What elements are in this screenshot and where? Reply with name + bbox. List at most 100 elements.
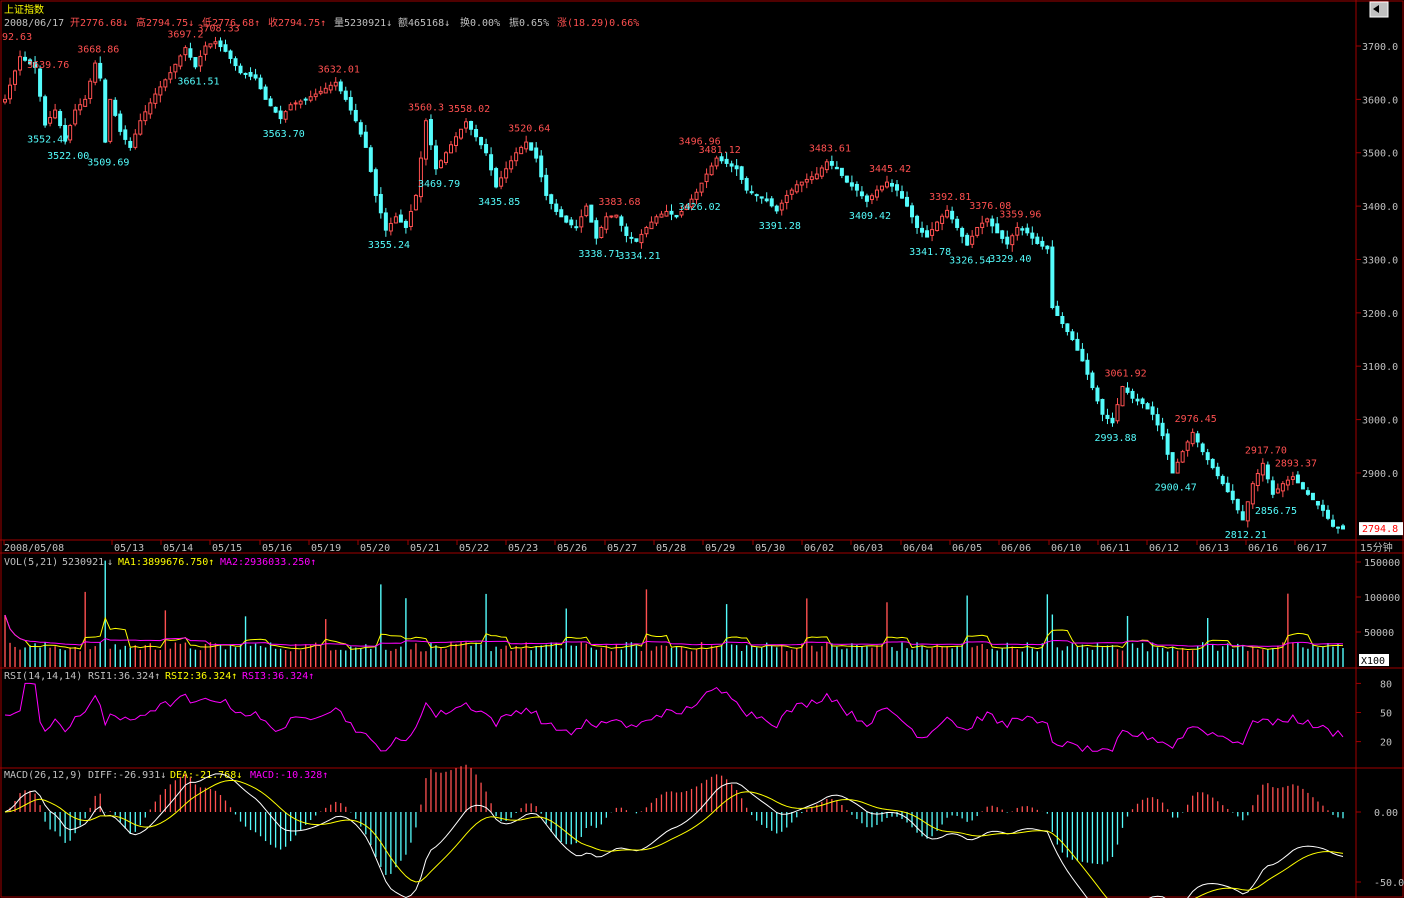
candle-body [599,226,604,238]
candle-body [1095,387,1100,402]
candle-body [990,218,995,227]
candle-body [433,145,438,170]
candle-body [494,168,499,188]
candle-body [799,181,804,186]
candle-body [539,155,544,178]
candle-body [1275,488,1280,494]
candle-body [714,157,719,167]
candle-body [839,167,844,176]
candle-body [3,98,7,103]
candle-body [1225,482,1230,493]
candle-body [719,156,724,162]
candle-body [423,120,428,160]
high-price-label: 2976.45 [1175,414,1217,425]
candle-body [178,55,183,67]
candle-body [950,210,955,220]
candle-body [1005,236,1010,245]
date-label: 05/23 [508,543,538,554]
candle-body [449,144,453,154]
candle-body [103,79,108,143]
candle-body [889,182,894,187]
candle-body [443,152,448,164]
volume-ma2-line [4,614,1344,647]
date-label: 05/19 [311,543,341,554]
volume-panel [4,560,1344,667]
candle-body [534,147,539,159]
candle-body [854,183,859,191]
candle-body [38,68,43,97]
candle-body [1105,414,1110,420]
candle-body [198,55,203,67]
price-tick-label: 3200.0 [1362,309,1398,320]
header-volume: 量5230921↓ [334,17,392,29]
high-price-label: 3708.33 [197,24,239,35]
candle-body [930,229,935,236]
candle-body [489,154,494,171]
candle-body [253,74,258,79]
candle-body [1285,479,1290,486]
price-y-axis: 3700.0 3600.0 3500.0 3400.0 3300.0 3200.0 3100… [1356,42,1403,554]
candle-body [774,205,779,212]
volume-y-axis: 150000 100000 50000 X100 [1356,558,1400,667]
candle-body [263,86,268,100]
candle-body [228,50,233,59]
candle-body [985,218,990,223]
high-price-label: 3061.92 [1105,369,1147,380]
candle-body [459,128,464,139]
candle-body [133,133,138,148]
candle-body [559,209,564,218]
header-open: 开2776.68↓ [70,18,128,29]
date-label: 05/15 [212,543,242,554]
high-price-label: 3392.81 [929,192,971,203]
candle-body [168,72,173,80]
candle-body [970,235,975,245]
candle-body [1315,500,1320,506]
macd-header: MACD(26,12,9) DIFF:-26.931↓ DEA:-21.768↓… [4,770,328,781]
candle-body [1170,452,1175,474]
high-price-label: 3668.86 [77,45,119,56]
candle-body [1160,422,1165,437]
candle-body [383,212,388,231]
candle-body [794,184,799,193]
candle-body [499,177,504,187]
candle-body [1120,386,1125,407]
candle-body [454,136,459,146]
macd-y-axis: 0.00 -50.00 [1356,808,1404,889]
date-label: 06/04 [903,543,933,554]
volume-tick-label: 50000 [1364,628,1394,639]
rsi-tick-label: 20 [1380,738,1392,749]
vol-ma1: MA1:3899676.750↑ [118,557,214,568]
candle-body [669,210,674,215]
candle-body [128,140,133,148]
candle-body [358,122,363,135]
date-label: 05/30 [755,543,785,554]
candle-body [759,196,764,199]
candle-body [268,98,273,107]
candle-body [554,203,559,212]
high-price-label: 3481.12 [699,145,741,156]
price-tick-label: 3100.0 [1362,362,1398,373]
candle-body [1065,323,1070,333]
candle-body [1245,501,1250,522]
candle-body [1290,476,1295,480]
panel-toggle-button[interactable] [1369,1,1389,18]
candle-body [1240,511,1245,521]
candle-body [1270,480,1275,495]
candle-body [955,218,960,228]
header-amount: 额465168↓ [398,16,450,29]
candle-body [900,191,905,199]
candle-body [709,165,714,176]
price-tick-label: 3400.0 [1362,202,1398,213]
candle-body [965,234,970,246]
candle-body [1185,441,1190,451]
candle-body [995,223,1000,234]
candle-body [313,93,318,98]
candle-body [824,161,829,171]
candle-body [849,182,854,187]
high-price-label: 2917.70 [1245,446,1287,457]
candle-body [183,47,188,56]
candle-body [1265,464,1270,480]
candle-body [283,111,288,120]
header-date: 2008/06/17 [4,18,64,29]
high-price-label: 2893.37 [1275,458,1317,469]
